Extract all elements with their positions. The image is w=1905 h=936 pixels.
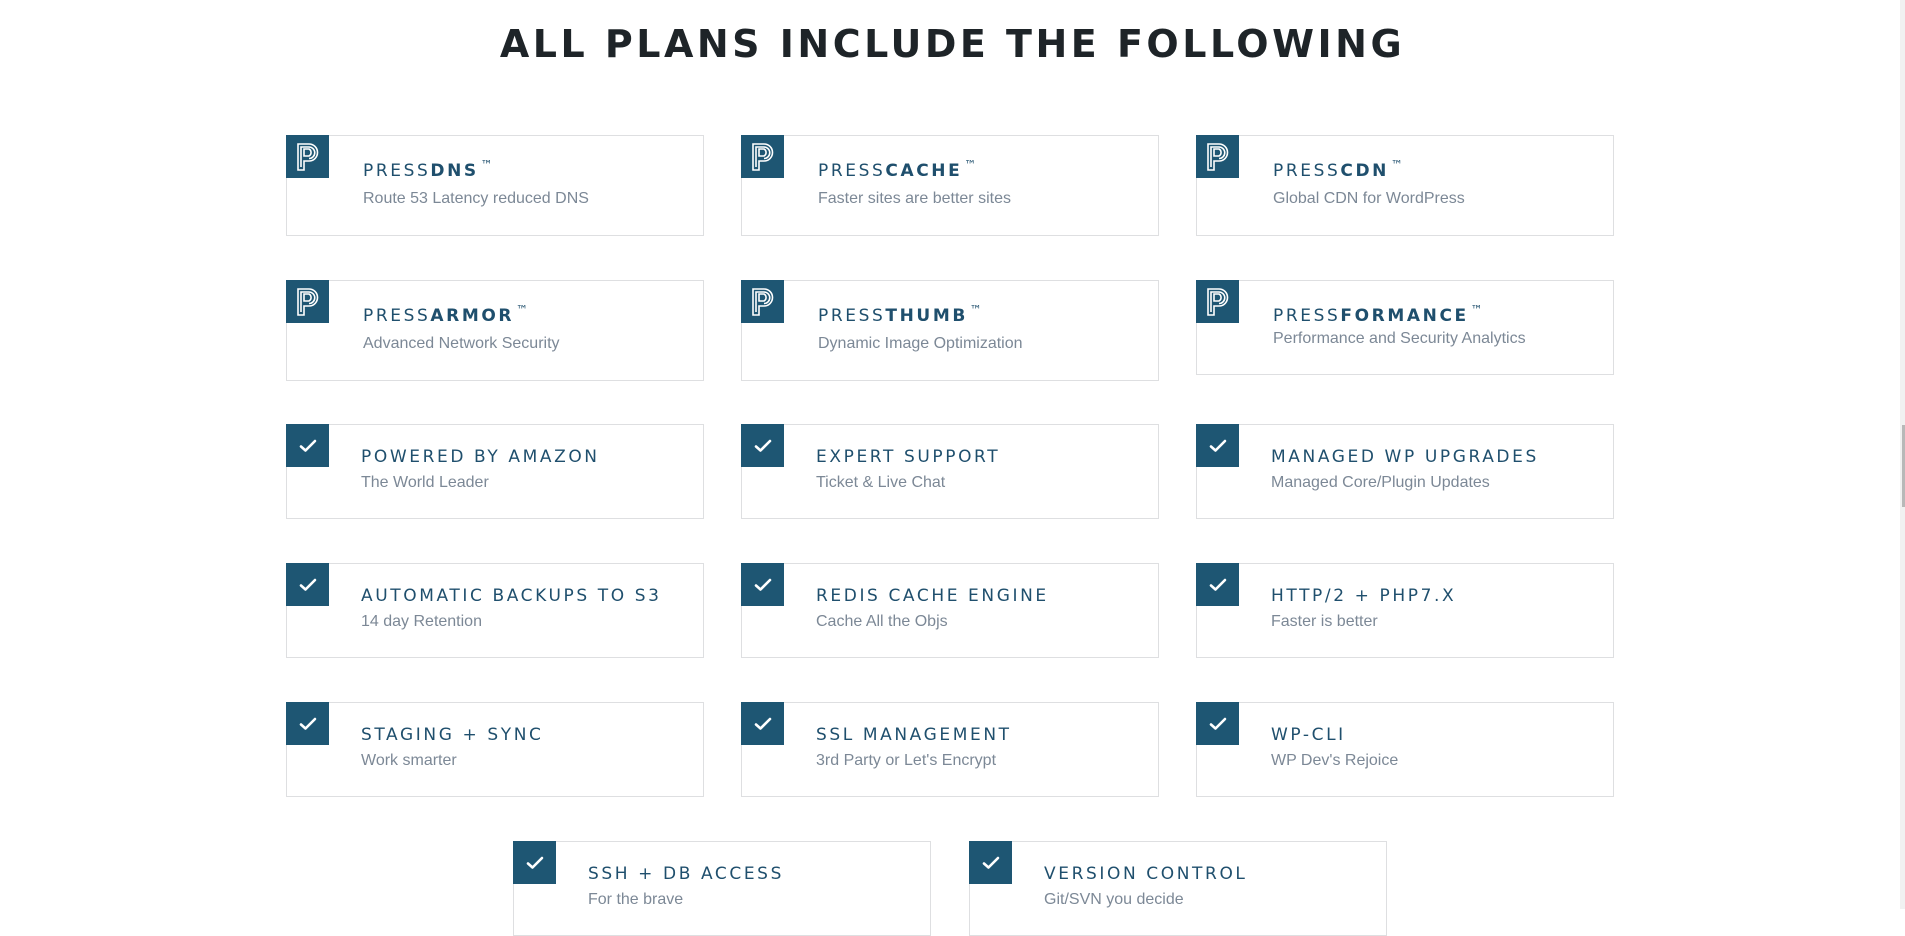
feature-title: PRESSTHUMB ™ [818, 303, 982, 326]
checkmark-icon [741, 702, 784, 745]
scrollbar-track[interactable] [1900, 0, 1905, 909]
feature-subtitle: For the brave [588, 891, 684, 908]
feature-title: POWERED BY AMAZON [361, 447, 600, 467]
checkmark-icon [1196, 424, 1239, 467]
checkmark-icon [741, 424, 784, 467]
feature-title-name: ARMOR [430, 306, 515, 326]
checkmark-icon [286, 424, 329, 467]
feature-subtitle: 14 day Retention [361, 613, 482, 630]
feature-card: STAGING + SYNC Work smarter [286, 702, 704, 797]
feature-title-prefix: PRESS [1273, 161, 1341, 181]
feature-title-prefix: PRESS [363, 161, 431, 181]
feature-card: PRESSDNS ™ Route 53 Latency reduced DNS [286, 135, 704, 236]
trademark-symbol: ™ [516, 303, 529, 317]
checkmark-icon [969, 841, 1012, 884]
press-p-icon [286, 135, 329, 178]
feature-title: EXPERT SUPPORT [816, 447, 1001, 467]
feature-title-prefix: PRESS [1273, 306, 1341, 326]
feature-title-prefix: PRESS [818, 306, 886, 326]
feature-title-name: FORMANCE [1340, 306, 1469, 326]
checkmark-icon [1196, 563, 1239, 606]
checkmark-icon [741, 563, 784, 606]
feature-title-prefix: PRESS [818, 161, 886, 181]
checkmark-icon [513, 841, 556, 884]
feature-title: SSL MANAGEMENT [816, 725, 1012, 745]
feature-card: POWERED BY AMAZON The World Leader [286, 424, 704, 519]
feature-subtitle: Faster sites are better sites [818, 190, 1011, 207]
feature-subtitle: Cache All the Objs [816, 613, 948, 630]
feature-card: PRESSCDN ™ Global CDN for WordPress [1196, 135, 1614, 236]
feature-subtitle: Dynamic Image Optimization [818, 335, 1023, 352]
feature-title: PRESSCACHE ™ [818, 158, 976, 181]
press-p-icon [741, 135, 784, 178]
press-p-icon [741, 280, 784, 323]
feature-subtitle: Advanced Network Security [363, 335, 560, 352]
feature-card: WP-CLI WP Dev's Rejoice [1196, 702, 1614, 797]
trademark-symbol: ™ [1470, 303, 1483, 317]
feature-subtitle: Performance and Security Analytics [1273, 330, 1526, 347]
feature-title: PRESSFORMANCE ™ [1273, 303, 1483, 326]
checkmark-icon [286, 702, 329, 745]
feature-title-prefix: PRESS [363, 306, 431, 326]
feature-title: VERSION CONTROL [1044, 864, 1248, 884]
feature-title-name: CDN [1340, 161, 1390, 181]
feature-title: REDIS CACHE ENGINE [816, 586, 1049, 606]
feature-subtitle: 3rd Party or Let's Encrypt [816, 752, 997, 769]
feature-title: HTTP/2 + PHP7.X [1271, 586, 1457, 606]
feature-card: SSH + DB ACCESS For the brave [513, 841, 931, 936]
feature-subtitle: Global CDN for WordPress [1273, 190, 1465, 207]
feature-title-name: DNS [430, 161, 479, 181]
feature-title: WP-CLI [1271, 725, 1346, 745]
feature-title: STAGING + SYNC [361, 725, 544, 745]
trademark-symbol: ™ [964, 158, 977, 172]
feature-subtitle: Work smarter [361, 752, 457, 769]
page-title: ALL PLANS INCLUDE THE FOLLOWING [499, 22, 1406, 66]
feature-subtitle: Managed Core/Plugin Updates [1271, 474, 1490, 491]
feature-subtitle: WP Dev's Rejoice [1271, 752, 1399, 769]
feature-title: PRESSARMOR ™ [363, 303, 528, 326]
press-p-icon [1196, 280, 1239, 323]
feature-subtitle: Faster is better [1271, 613, 1378, 630]
feature-title: MANAGED WP UPGRADES [1271, 447, 1539, 467]
trademark-symbol: ™ [480, 158, 493, 172]
feature-card: SSL MANAGEMENT 3rd Party or Let's Encrypt [741, 702, 1159, 797]
feature-title: AUTOMATIC BACKUPS TO S3 [361, 586, 662, 606]
checkmark-icon [1196, 702, 1239, 745]
feature-title: PRESSDNS ™ [363, 158, 493, 181]
feature-card: PRESSARMOR ™ Advanced Network Security [286, 280, 704, 381]
press-p-icon [1196, 135, 1239, 178]
feature-title-name: CACHE [885, 161, 963, 181]
press-p-icon [286, 280, 329, 323]
feature-subtitle: Git/SVN you decide [1044, 891, 1184, 908]
feature-card: PRESSFORMANCE ™ Performance and Security A… [1196, 280, 1614, 375]
feature-card: VERSION CONTROL Git/SVN you decide [969, 841, 1387, 936]
feature-title: SSH + DB ACCESS [588, 864, 784, 884]
feature-card: REDIS CACHE ENGINE Cache All the Objs [741, 563, 1159, 658]
feature-subtitle: Route 53 Latency reduced DNS [363, 190, 589, 207]
feature-card: AUTOMATIC BACKUPS TO S3 14 day Retention [286, 563, 704, 658]
trademark-symbol: ™ [969, 303, 982, 317]
feature-subtitle: Ticket & Live Chat [816, 474, 946, 491]
trademark-symbol: ™ [1391, 158, 1404, 172]
feature-subtitle: The World Leader [361, 474, 489, 491]
feature-title: PRESSCDN ™ [1273, 158, 1403, 181]
feature-title-name: THUMB [885, 306, 968, 326]
feature-card: HTTP/2 + PHP7.X Faster is better [1196, 563, 1614, 658]
feature-card: PRESSTHUMB ™ Dynamic Image Optimization [741, 280, 1159, 381]
feature-card: EXPERT SUPPORT Ticket & Live Chat [741, 424, 1159, 519]
feature-card: MANAGED WP UPGRADES Managed Core/Plugin U… [1196, 424, 1614, 519]
feature-card: PRESSCACHE ™ Faster sites are better sites [741, 135, 1159, 236]
checkmark-icon [286, 563, 329, 606]
